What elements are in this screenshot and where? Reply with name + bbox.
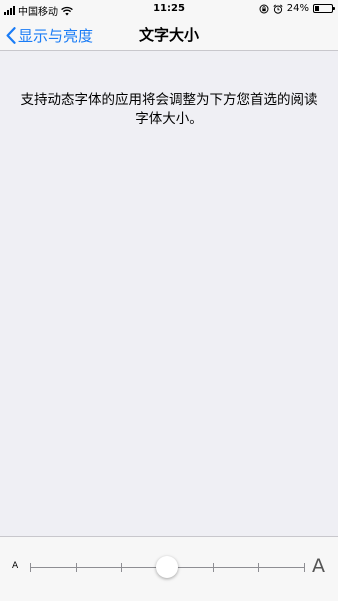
text-size-slider[interactable] [30,556,305,578]
back-button[interactable]: 显示与亮度 [6,20,93,50]
large-text-icon: A [312,555,325,577]
status-bar: 中国移动 11:25 24% [0,0,338,20]
slider-tick [30,563,31,572]
slider-tick [213,563,214,572]
chevron-left-icon [6,26,16,44]
alarm-icon [273,4,283,14]
battery-icon [313,4,335,13]
orientation-lock-icon [259,4,269,13]
status-bar-right: 24% [259,3,335,14]
slider-tick [258,563,259,572]
slider-tick [76,563,77,572]
description-text: 支持动态字体的应用将会调整为下方您首选的阅读字体大小。 [20,92,318,127]
text-size-slider-panel: A A [0,536,338,601]
battery-percent: 24% [286,3,309,14]
back-button-label: 显示与亮度 [18,26,94,45]
slider-tick [121,563,122,572]
small-text-icon: A [12,561,19,571]
slider-tick [304,563,305,572]
navigation-bar: 显示与亮度 文字大小 [0,20,338,51]
slider-thumb[interactable] [156,556,178,578]
